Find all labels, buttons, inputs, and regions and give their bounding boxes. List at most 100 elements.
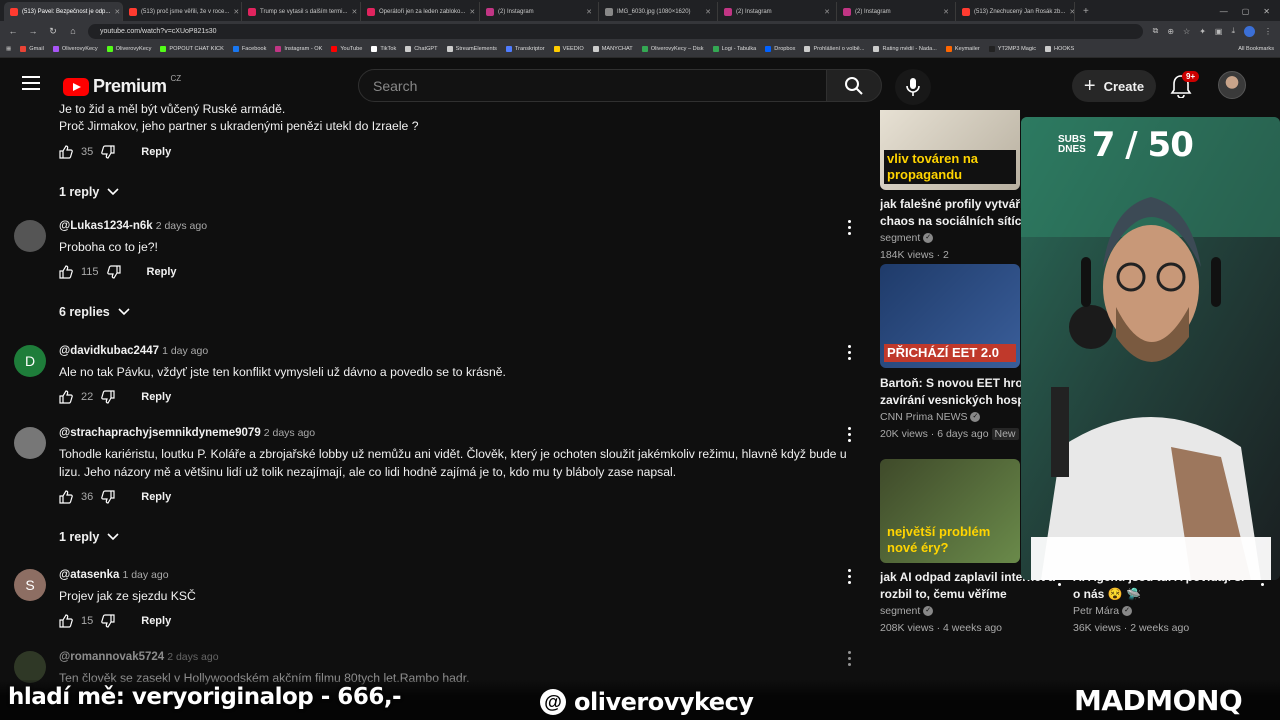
account-avatar[interactable] (1218, 71, 1246, 99)
apps-icon[interactable]: ▦ (6, 46, 11, 52)
bookmark-item[interactable]: OliverovyKecy – Disk (641, 46, 704, 52)
comment-author-avatar[interactable] (14, 220, 46, 252)
bookmark-item[interactable]: Dropbox (765, 46, 795, 52)
translate-icon[interactable]: ⧉ (1153, 26, 1159, 36)
bookmark-item[interactable]: YouTube (331, 46, 362, 52)
tab-close-icon[interactable]: ✕ (114, 8, 120, 16)
browser-tab[interactable]: Operátoři jen za leden zabloko... ✕ (361, 2, 480, 21)
bookmark-item[interactable]: ChatGPT (405, 46, 438, 52)
hamburger-menu-icon[interactable] (22, 76, 40, 90)
browser-tab[interactable]: IMG_6030.jpg (1080×1620) ✕ (599, 2, 718, 21)
download-icon[interactable]: ⤓ (1231, 26, 1235, 36)
bookmark-item[interactable]: YT2MP3 Magic (988, 46, 1036, 52)
comment-date[interactable]: 1 day ago (122, 569, 168, 581)
home-icon[interactable]: ⌂ (68, 26, 78, 36)
comment-date[interactable]: 1 day ago (162, 345, 208, 357)
bookmark-item[interactable]: Gmail (20, 46, 44, 52)
comment-more-icon[interactable] (846, 427, 852, 442)
dislike-icon[interactable] (101, 145, 115, 159)
bookmark-item[interactable]: TikTok (371, 46, 396, 52)
replies-toggle[interactable]: 1 reply (59, 185, 119, 199)
dislike-icon[interactable] (106, 265, 121, 279)
address-bar[interactable]: youtube.com/watch?v=cXUoP821s30 (88, 23, 1143, 39)
browser-tab[interactable]: (513) Pavel: Bezpečnost je odp... ✕ (4, 2, 123, 21)
like-icon[interactable] (59, 390, 73, 404)
tab-close-icon[interactable]: ✕ (351, 8, 357, 16)
bookmark-item[interactable]: POPOUT CHAT KICK (160, 46, 224, 52)
bookmark-item[interactable]: Facebook (232, 46, 266, 52)
reply-button[interactable]: Reply (141, 491, 171, 503)
reload-icon[interactable]: ↻ (48, 26, 58, 37)
dislike-icon[interactable] (101, 614, 115, 628)
reply-button[interactable]: Reply (141, 146, 171, 158)
bookmark-item[interactable]: Rating médií - Nada... (873, 46, 937, 52)
comment-date[interactable]: 2 days ago (167, 651, 218, 663)
comment-date[interactable]: 2 days ago (264, 427, 315, 439)
comment-date[interactable]: 2 days ago (156, 220, 207, 232)
tab-close-icon[interactable]: ✕ (233, 8, 239, 16)
comment-author-avatar[interactable] (14, 651, 46, 683)
browser-tab[interactable]: (513) Znechucený Jan Rosák zb... ✕ (956, 2, 1075, 21)
extensions-icon[interactable]: ✦ (1199, 27, 1206, 36)
voice-search-button[interactable] (895, 69, 931, 105)
comment-author[interactable]: @atasenka (59, 569, 119, 581)
bookmark-item[interactable]: OliverovyKecy (52, 46, 98, 52)
bookmark-item[interactable]: Instagram - OK (275, 46, 322, 52)
maximize-icon[interactable]: ▢ (1242, 2, 1250, 21)
search-input[interactable]: Search (358, 69, 827, 102)
dislike-icon[interactable] (101, 490, 115, 504)
youtube-premium-logo[interactable]: Premium CZ (63, 74, 181, 97)
forward-icon[interactable]: → (28, 26, 38, 36)
reply-button[interactable]: Reply (141, 391, 171, 403)
browser-tab[interactable]: (2) Instagram ✕ (837, 2, 956, 21)
comment-author[interactable]: @davidkubac2447 (59, 345, 159, 357)
bookmark-item[interactable]: OliverovyKecy (106, 46, 151, 52)
replies-toggle[interactable]: 6 replies (59, 305, 130, 319)
tab-close-icon[interactable]: ✕ (943, 8, 949, 16)
tab-close-icon[interactable]: ✕ (469, 8, 475, 16)
close-window-icon[interactable]: ✕ (1263, 2, 1270, 21)
bookmark-item[interactable]: MANYCHAT (592, 46, 633, 52)
bookmark-item[interactable]: StreamElements (446, 46, 497, 52)
new-tab-icon[interactable]: + (1075, 2, 1097, 21)
tab-close-icon[interactable]: ✕ (586, 8, 592, 16)
video-channel[interactable]: CNN Prima NEWS (880, 411, 968, 423)
comment-more-icon[interactable] (846, 345, 852, 360)
reply-button[interactable]: Reply (141, 615, 171, 627)
all-bookmarks-button[interactable]: All Bookmarks (1238, 46, 1274, 52)
video-channel[interactable]: segment (880, 605, 920, 617)
minimize-icon[interactable]: — (1220, 2, 1228, 21)
star-icon[interactable]: ☆ (1183, 27, 1190, 36)
browser-tab[interactable]: (2) Instagram ✕ (718, 2, 837, 21)
video-channel[interactable]: Petr Mára (1073, 605, 1119, 617)
browser-tab[interactable]: Trump se vytasil s dalším termi... ✕ (242, 2, 361, 21)
bookmark-item[interactable]: Transkriptor (505, 46, 545, 52)
browser-tab[interactable]: (2) Instagram ✕ (480, 2, 599, 21)
back-icon[interactable]: ← (8, 26, 18, 36)
bookmark-item[interactable]: Prohlášení o volbě... (804, 46, 864, 52)
comment-author-avatar[interactable]: D (14, 345, 46, 377)
video-thumbnail[interactable]: PŘICHÁZÍ EET 2.0 (880, 264, 1020, 368)
tab-close-icon[interactable]: ✕ (824, 8, 830, 16)
video-thumbnail[interactable]: vliv továren na propagandu (880, 110, 1020, 190)
comment-author-avatar[interactable] (14, 427, 46, 459)
menu-icon[interactable]: ⋮ (1264, 27, 1272, 36)
search-button[interactable] (826, 69, 882, 102)
comment-more-icon[interactable] (846, 569, 852, 584)
like-icon[interactable] (59, 145, 73, 159)
replies-toggle[interactable]: 1 reply (59, 530, 119, 544)
comment-more-icon[interactable] (846, 651, 852, 666)
comment-author[interactable]: @Lukas1234-n6k (59, 220, 153, 232)
video-thumbnail[interactable]: největší problém nové éry? (880, 459, 1020, 563)
comment-author[interactable]: @strachaprachyjsemnikdyneme9079 (59, 427, 261, 439)
comment-author-avatar[interactable]: S (14, 569, 46, 601)
sidepanel-icon[interactable]: ▣ (1215, 27, 1223, 36)
dislike-icon[interactable] (101, 390, 115, 404)
browser-tab[interactable]: (513) proč jsme věřili, že v roce... ✕ (123, 2, 242, 21)
comment-more-icon[interactable] (846, 220, 852, 235)
like-icon[interactable] (59, 265, 73, 279)
comment-author[interactable]: @romannovak5724 (59, 651, 164, 663)
create-button[interactable]: + Create (1072, 70, 1156, 102)
like-icon[interactable] (59, 614, 73, 628)
profile-icon[interactable] (1244, 25, 1255, 37)
